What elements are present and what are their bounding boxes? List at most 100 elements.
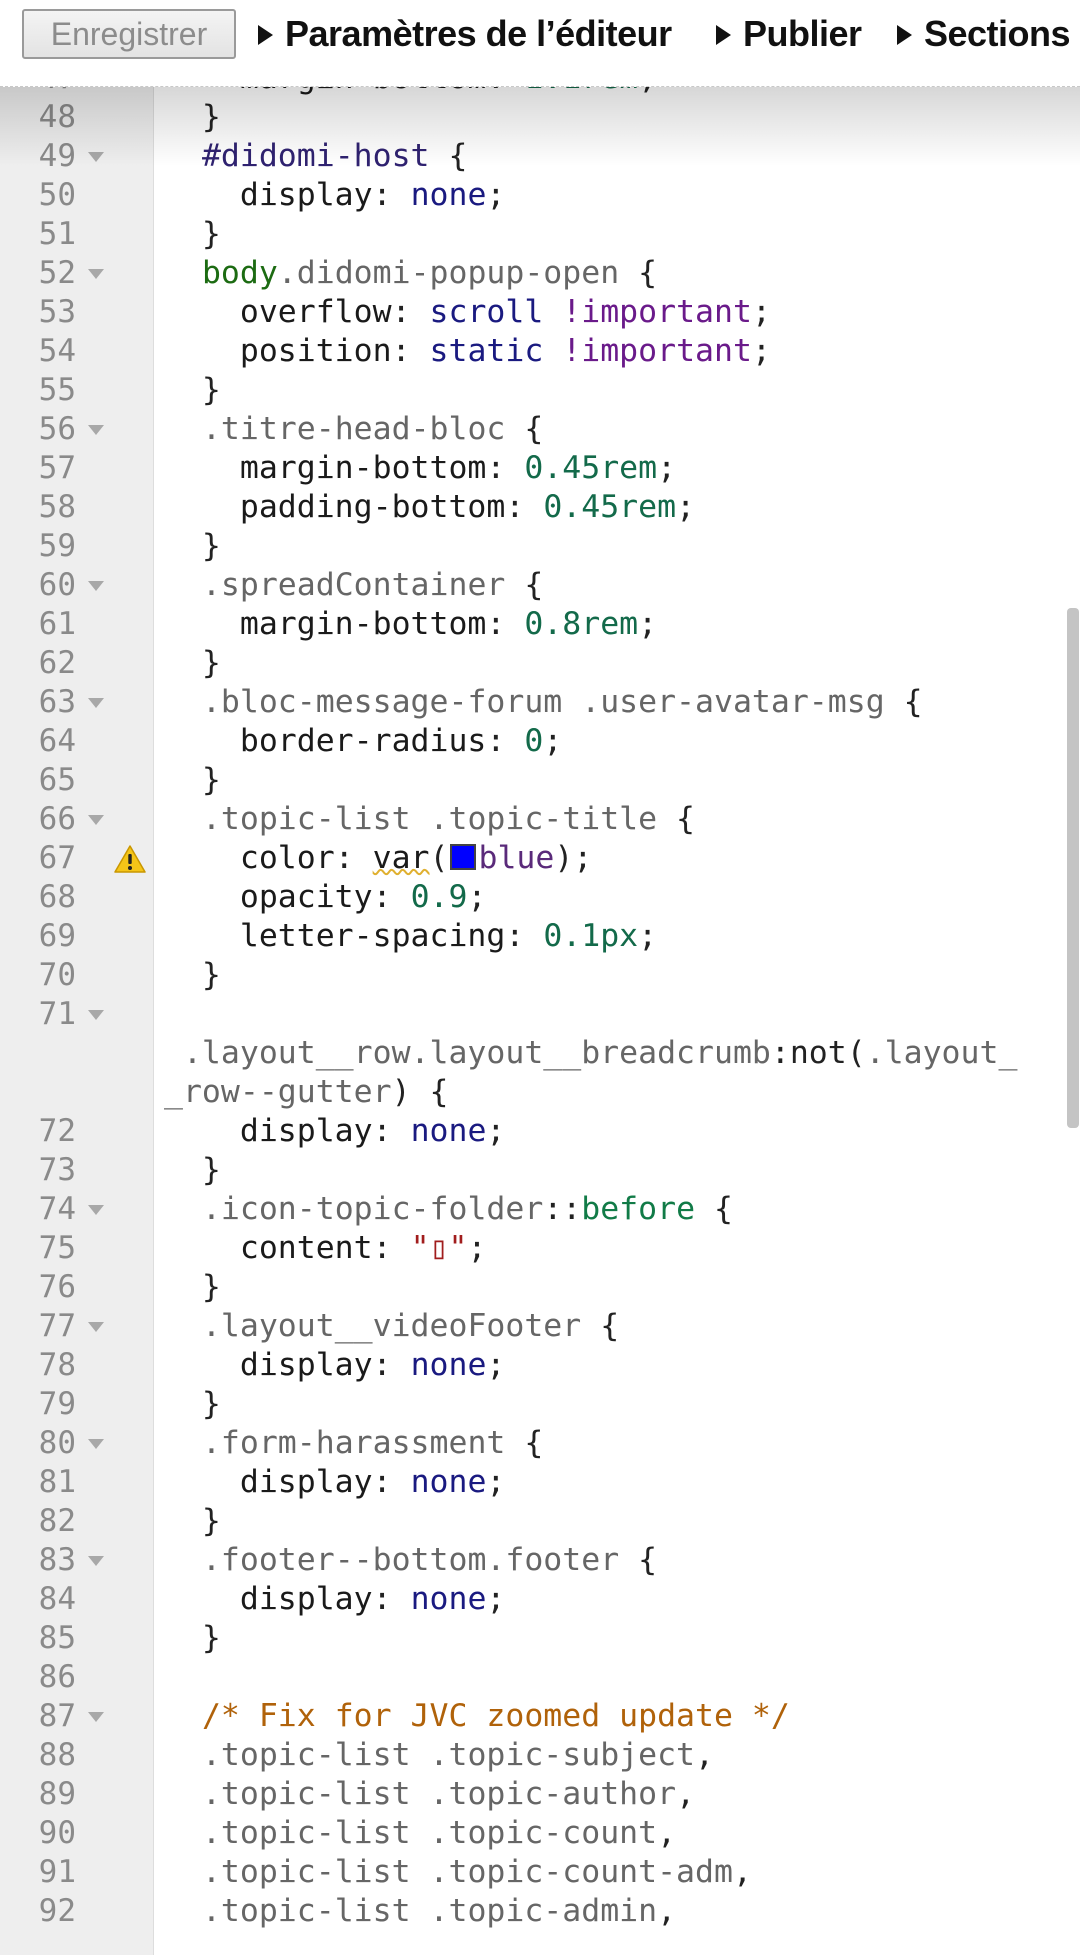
code-line[interactable]: 64 border-radius: 0; <box>0 722 1080 761</box>
fold-arrow-icon[interactable] <box>88 580 104 591</box>
fold-arrow-icon[interactable] <box>88 1711 104 1722</box>
fold-arrow-icon[interactable] <box>88 151 104 162</box>
code-line[interactable]: 88 .topic-list .topic-subject, <box>0 1736 1080 1775</box>
code-line[interactable]: 58 padding-bottom: 0.45rem; <box>0 488 1080 527</box>
code-line[interactable]: 68 opacity: 0.9; <box>0 878 1080 917</box>
code-line[interactable]: 72 display: none; <box>0 1112 1080 1151</box>
code-area[interactable]: 47 margin-bottom: 1.1rem;48 }49 #didomi-… <box>0 0 1080 1955</box>
code-token: .topic-list .topic-admin <box>201 1892 658 1929</box>
line-number: 61 <box>38 605 76 642</box>
code-token: blue <box>478 839 555 876</box>
code-line[interactable]: 85 } <box>0 1619 1080 1658</box>
code-line[interactable]: 75 content: "▯"; <box>0 1229 1080 1268</box>
code-token: { <box>619 1541 658 1578</box>
line-number: 78 <box>38 1346 76 1383</box>
code-line[interactable]: 70 } <box>0 956 1080 995</box>
scrollbar-thumb[interactable] <box>1067 608 1079 1128</box>
line-number: 51 <box>38 215 76 252</box>
code-line[interactable]: 55 } <box>0 371 1080 410</box>
menu-publish[interactable]: Publier <box>716 12 862 56</box>
code-text: .form-harassment { <box>164 1424 543 1463</box>
menu-publish-label: Publier <box>743 13 862 54</box>
code-line[interactable]: 91 .topic-list .topic-count-adm, <box>0 1853 1080 1892</box>
menu-sections[interactable]: Sections <box>897 12 1071 56</box>
menu-editor-settings[interactable]: Paramètres de l’éditeur <box>258 12 672 56</box>
line-number: 71 <box>38 995 76 1032</box>
code-editor[interactable]: 47 margin-bottom: 1.1rem;48 }49 #didomi-… <box>0 0 1080 1955</box>
fold-arrow-icon[interactable] <box>88 697 104 708</box>
code-token: body <box>201 254 278 291</box>
code-line[interactable]: 79 } <box>0 1385 1080 1424</box>
code-line[interactable]: 74 .icon-topic-folder::before { <box>0 1190 1080 1229</box>
code-line[interactable]: 80 .form-harassment { <box>0 1424 1080 1463</box>
code-text: .bloc-message-forum .user-avatar-msg { <box>164 683 923 722</box>
code-line[interactable]: 56 .titre-head-bloc { <box>0 410 1080 449</box>
code-line[interactable]: 48 } <box>0 98 1080 137</box>
code-text: } <box>164 1385 221 1424</box>
code-line[interactable]: 84 display: none; <box>0 1580 1080 1619</box>
code-line[interactable]: 60 .spreadContainer { <box>0 566 1080 605</box>
code-token: display <box>239 1463 373 1500</box>
code-token: 0 <box>524 722 544 759</box>
code-line[interactable]: 82 } <box>0 1502 1080 1541</box>
code-line[interactable]: 50 display: none; <box>0 176 1080 215</box>
code-token: } <box>164 644 221 681</box>
code-line[interactable]: 86 <box>0 1658 1080 1697</box>
save-button[interactable]: Enregistrer <box>22 9 236 59</box>
code-line[interactable]: 81 display: none; <box>0 1463 1080 1502</box>
fold-arrow-icon[interactable] <box>88 1204 104 1215</box>
code-line[interactable]: 49 #didomi-host { <box>0 137 1080 176</box>
code-line[interactable]: 67 color: var(blue); <box>0 839 1080 878</box>
code-line[interactable]: 69 letter-spacing: 0.1px; <box>0 917 1080 956</box>
fold-arrow-icon[interactable] <box>88 1438 104 1449</box>
code-token: } <box>164 215 221 252</box>
fold-arrow-icon[interactable] <box>88 814 104 825</box>
fold-arrow-icon[interactable] <box>88 1009 104 1020</box>
code-line[interactable]: 54 position: static !important; <box>0 332 1080 371</box>
code-line[interactable]: 87 /* Fix for JVC zoomed update */ <box>0 1697 1080 1736</box>
code-line[interactable]: 71 <box>0 995 1080 1034</box>
code-line[interactable]: 51 } <box>0 215 1080 254</box>
code-line[interactable]: 89 .topic-list .topic-author, <box>0 1775 1080 1814</box>
code-line[interactable]: 61 margin-bottom: 0.8rem; <box>0 605 1080 644</box>
code-line[interactable]: 73 } <box>0 1151 1080 1190</box>
code-line[interactable]: 57 margin-bottom: 0.45rem; <box>0 449 1080 488</box>
code-line[interactable]: 63 .bloc-message-forum .user-avatar-msg … <box>0 683 1080 722</box>
color-swatch-icon[interactable] <box>449 843 476 870</box>
code-line[interactable]: 92 .topic-list .topic-admin, <box>0 1892 1080 1931</box>
code-line[interactable]: 78 display: none; <box>0 1346 1080 1385</box>
code-line[interactable]: 62 } <box>0 644 1080 683</box>
code-text: opacity: 0.9; <box>164 878 487 917</box>
wrapped-code-line[interactable]: .layout__row.layout__breadcrumb:not(.lay… <box>0 1034 1080 1073</box>
code-line[interactable]: 66 .topic-list .topic-title { <box>0 800 1080 839</box>
code-line[interactable]: 77 .layout__videoFooter { <box>0 1307 1080 1346</box>
line-number: 48 <box>38 98 76 135</box>
line-number: 83 <box>38 1541 76 1578</box>
code-text: letter-spacing: 0.1px; <box>164 917 657 956</box>
fold-arrow-icon[interactable] <box>88 268 104 279</box>
code-line[interactable]: 90 .topic-list .topic-count, <box>0 1814 1080 1853</box>
code-text: body.didomi-popup-open { <box>164 254 657 293</box>
code-text: /* Fix for JVC zoomed update */ <box>164 1697 790 1736</box>
fold-arrow-icon[interactable] <box>88 1555 104 1566</box>
wrapped-code-line[interactable]: _row--gutter) { <box>0 1073 1080 1112</box>
line-number: 64 <box>38 722 76 759</box>
code-line[interactable]: 83 .footer--bottom.footer { <box>0 1541 1080 1580</box>
code-line[interactable]: 53 overflow: scroll !important; <box>0 293 1080 332</box>
fold-arrow-icon[interactable] <box>88 424 104 435</box>
fold-arrow-icon[interactable] <box>88 1321 104 1332</box>
line-number: 57 <box>38 449 76 486</box>
line-number: 58 <box>38 488 76 525</box>
warning-icon[interactable] <box>113 844 147 874</box>
code-line[interactable]: 76 } <box>0 1268 1080 1307</box>
code-line[interactable]: 59 } <box>0 527 1080 566</box>
code-token: .bloc-message-forum .user-avatar-msg <box>201 683 885 720</box>
code-token: 0.45rem <box>524 449 658 486</box>
code-line[interactable]: 52 body.didomi-popup-open { <box>0 254 1080 293</box>
code-line[interactable]: 65 } <box>0 761 1080 800</box>
menu-editor-settings-label: Paramètres de l’éditeur <box>285 13 672 54</box>
